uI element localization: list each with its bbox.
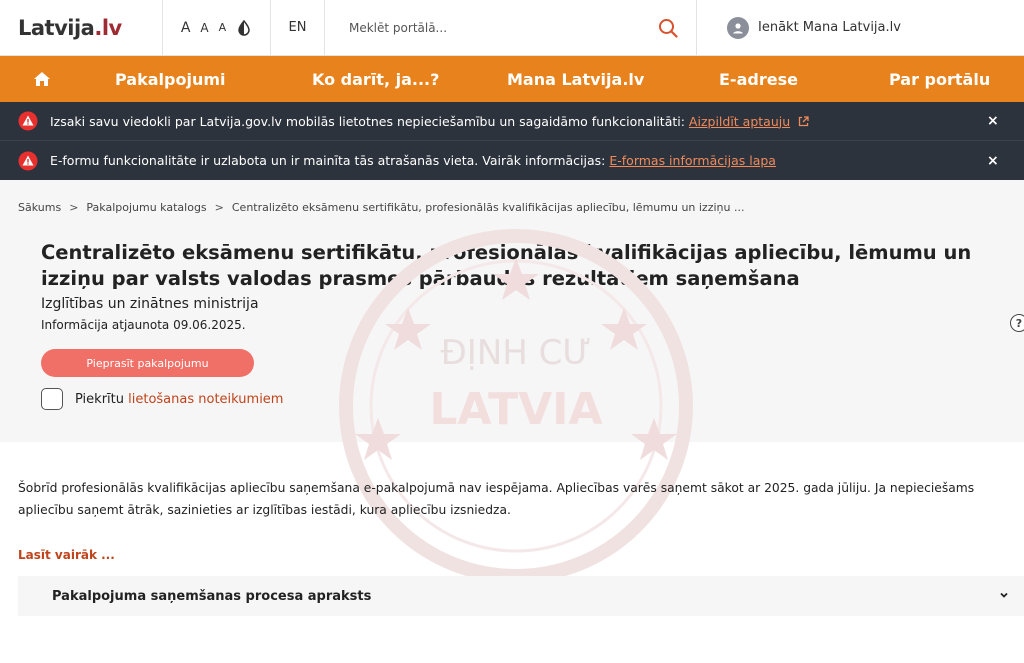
main-navigation: Pakalpojumi Ko darīt, ja...? Mana Latvij…: [0, 56, 1024, 102]
process-accordion[interactable]: Pakalpojuma saņemšanas procesa apraksts: [18, 576, 1024, 616]
site-header: Latvija.lv A A A EN Ienākt Mana Latvija.…: [0, 0, 1024, 56]
help-icon[interactable]: ?: [1010, 314, 1024, 332]
nav-item-my-latvija[interactable]: Mana Latvija.lv: [507, 70, 644, 89]
accordion-title: Pakalpojuma saņemšanas procesa apraksts: [52, 588, 372, 604]
breadcrumb-catalog[interactable]: Pakalpojumu katalogs: [86, 201, 206, 214]
login-link[interactable]: Ienākt Mana Latvija.lv: [697, 0, 1024, 55]
read-more-link[interactable]: Lasīt vairāk ...: [18, 548, 115, 562]
external-link-icon: [798, 115, 809, 126]
nav-home[interactable]: [0, 56, 84, 102]
login-label: Ienākt Mana Latvija.lv: [758, 20, 901, 35]
terms-link[interactable]: lietošanas noteikumiem: [128, 392, 283, 407]
breadcrumb-separator: >: [69, 201, 79, 214]
search-bar: [325, 0, 697, 55]
logo-main: Latvija: [18, 15, 95, 40]
terms-agreement: Piekrītu lietošanas noteikumiem: [41, 388, 283, 410]
language-switch[interactable]: EN: [271, 0, 325, 55]
warning-icon: [18, 151, 38, 170]
close-icon[interactable]: ×: [987, 113, 999, 129]
terms-label: Piekrītu lietošanas noteikumiem: [75, 391, 284, 407]
home-icon: [34, 72, 50, 86]
close-icon[interactable]: ×: [987, 153, 999, 169]
font-size-large-button[interactable]: A: [181, 20, 191, 36]
survey-link[interactable]: Aizpildīt aptauju: [689, 114, 790, 129]
breadcrumb-home[interactable]: Sākums: [18, 201, 61, 214]
alert-eforms: E-formu funkcionalitāte ir uzlabota un i…: [0, 141, 1024, 180]
alert-survey: Izsaki savu viedokli par Latvija.gov.lv …: [0, 102, 1024, 141]
service-header-section: Sākums > Pakalpojumu katalogs > Centrali…: [0, 180, 1024, 442]
breadcrumb-current: Centralizēto eksāmenu sertifikātu, profe…: [231, 201, 745, 214]
breadcrumb-separator: >: [214, 201, 224, 214]
font-size-medium-button[interactable]: A: [200, 21, 208, 35]
breadcrumb: Sākums > Pakalpojumu katalogs > Centrali…: [18, 201, 744, 214]
warning-icon: [18, 111, 38, 131]
alert-message: Izsaki savu viedokli par Latvija.gov.lv …: [50, 114, 809, 129]
search-input[interactable]: [349, 20, 658, 35]
ministry-name: Izglītības un zinātnes ministrija: [41, 296, 259, 312]
nav-item-e-address[interactable]: E-adrese: [719, 70, 798, 89]
terms-checkbox[interactable]: [41, 388, 63, 410]
user-icon: [727, 16, 749, 39]
eforms-link[interactable]: E-formas informācijas lapa: [609, 153, 776, 168]
font-size-small-button[interactable]: A: [219, 21, 227, 34]
search-icon[interactable]: [658, 18, 678, 38]
font-size-controls: A A A: [163, 0, 271, 55]
update-date: Informācija atjaunota 09.06.2025.: [41, 318, 246, 332]
nav-item-about[interactable]: Par portālu: [889, 70, 990, 89]
nav-item-what-to-do[interactable]: Ko darīt, ja...?: [312, 70, 439, 89]
nav-item-services[interactable]: Pakalpojumi: [115, 70, 226, 89]
chevron-down-icon: [1000, 592, 1008, 598]
alert-message: E-formu funkcionalitāte ir uzlabota un i…: [50, 153, 776, 168]
request-service-button[interactable]: Pieprasīt pakalpojumu: [41, 349, 254, 377]
contrast-icon[interactable]: [236, 19, 252, 36]
logo-accent: .lv: [94, 15, 122, 40]
page-title: Centralizēto eksāmenu sertifikātu, profe…: [41, 241, 972, 290]
service-description: Šobrīd profesionālās kvalifikācijas apli…: [18, 481, 975, 517]
site-logo[interactable]: Latvija .lv: [0, 0, 163, 55]
